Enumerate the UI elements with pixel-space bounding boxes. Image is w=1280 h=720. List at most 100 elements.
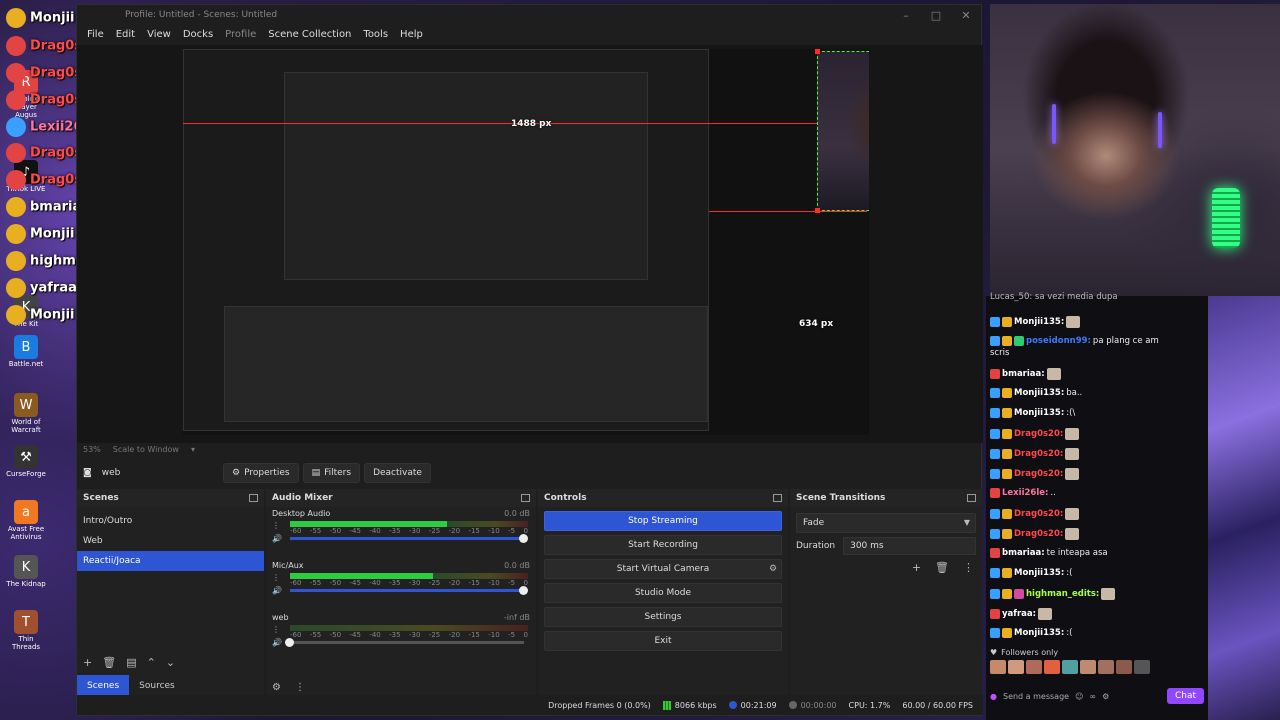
resize-handle[interactable] <box>815 208 820 213</box>
volume-slider[interactable] <box>285 638 524 647</box>
stop-streaming-button[interactable]: Stop Streaming <box>544 511 782 531</box>
more-icon[interactable]: ⋮ <box>963 561 974 574</box>
exit-button[interactable]: Exit <box>544 631 782 651</box>
emote[interactable] <box>1008 660 1024 674</box>
chat-send-button[interactable]: Chat <box>1166 688 1204 704</box>
emote[interactable] <box>1026 660 1042 674</box>
chat-username[interactable]: Monjii135: <box>1014 628 1064 638</box>
undock-icon[interactable] <box>249 494 258 502</box>
transition-select[interactable]: Fade ▼ <box>796 513 976 533</box>
chat-username[interactable]: Lexii26le: <box>1002 488 1048 498</box>
preview-canvas[interactable]: 1488 px 634 px <box>183 49 869 435</box>
preview-area[interactable]: 1488 px 634 px 53% Scale to Window ▾ <box>77 45 983 454</box>
chevron-down-icon[interactable]: ▾ <box>191 445 195 454</box>
chat-username[interactable]: yafraa: <box>1002 609 1036 619</box>
slider-knob[interactable] <box>519 586 528 595</box>
start-virtual-camera-button[interactable]: Start Virtual Camera ⚙ <box>544 559 782 579</box>
start-recording-button[interactable]: Start Recording <box>544 535 782 555</box>
chat-username[interactable]: Monjii135: <box>1014 408 1064 418</box>
volume-slider[interactable] <box>290 534 528 543</box>
desktop-icon[interactable]: W World of Warcraft <box>4 393 48 434</box>
webcam-source-selected[interactable] <box>815 49 869 213</box>
menu-docks[interactable]: Docks <box>177 29 219 40</box>
emote[interactable] <box>1098 660 1114 674</box>
maximize-icon[interactable]: □ <box>921 9 951 22</box>
volume-slider[interactable] <box>290 586 528 595</box>
menu-profile[interactable]: Profile <box>219 29 262 40</box>
menu-view[interactable]: View <box>141 29 177 40</box>
scene-item[interactable]: Reactii/Joaca <box>77 551 264 571</box>
emote[interactable] <box>1134 660 1150 674</box>
add-icon[interactable]: + <box>83 656 92 669</box>
undock-icon[interactable] <box>521 494 530 502</box>
duration-input[interactable]: 300 ms <box>843 537 976 555</box>
chat-username[interactable]: Monjii135: <box>1014 317 1064 327</box>
gear-icon[interactable]: ⚙ <box>1102 692 1109 701</box>
scene-item[interactable]: Intro/Outro <box>77 511 264 531</box>
desktop-icon[interactable]: a Avast Free Antivirus <box>4 500 48 541</box>
chat-username[interactable]: Monjii135: <box>1014 568 1064 578</box>
chat-username[interactable]: Drag0s20: <box>1014 449 1063 459</box>
gear-icon[interactable]: ⚙ <box>763 560 783 578</box>
chat-username[interactable]: poseidonn99: <box>1026 336 1091 346</box>
emote[interactable] <box>1062 660 1078 674</box>
filters-button[interactable]: ▤ Filters <box>302 463 361 483</box>
emote-icon[interactable]: ☺ <box>1075 692 1083 701</box>
more-icon[interactable]: ⋮ <box>295 682 305 693</box>
chat-username[interactable]: Drag0s20: <box>1014 509 1063 519</box>
more-icon[interactable]: ⋮ <box>272 625 282 634</box>
undock-icon[interactable] <box>967 494 976 502</box>
trash-icon[interactable]: 🗑 <box>935 561 949 574</box>
desktop-icon[interactable]: K The Kidnap <box>4 555 48 588</box>
chevron-down-icon[interactable]: ⌄ <box>166 656 175 669</box>
desktop-icon[interactable]: T Thin Threads <box>4 610 48 651</box>
emote[interactable] <box>1116 660 1132 674</box>
filter-icon[interactable]: ▤ <box>126 656 136 669</box>
more-icon[interactable]: ⋮ <box>272 573 282 582</box>
scale-tick: -20 <box>448 527 461 535</box>
close-icon[interactable]: ✕ <box>951 9 981 22</box>
add-icon[interactable]: + <box>912 561 921 574</box>
slider-knob[interactable] <box>285 638 294 647</box>
more-icon[interactable]: ⋮ <box>272 521 282 530</box>
scale-mode[interactable]: Scale to Window <box>113 445 179 454</box>
resize-handle[interactable] <box>815 49 820 54</box>
chat-badge-icon <box>990 548 1000 558</box>
desktop-icon[interactable]: ⚒ CurseForge <box>4 445 48 478</box>
chat-username[interactable]: highman_edits: <box>1026 589 1099 599</box>
chat-username[interactable]: Drag0s20: <box>1014 469 1063 479</box>
studio-mode-button[interactable]: Studio Mode <box>544 583 782 603</box>
scene-item[interactable]: Web <box>77 531 264 551</box>
tab-sources[interactable]: Sources <box>129 675 185 697</box>
slider-knob[interactable] <box>519 534 528 543</box>
chat-input[interactable]: ● Send a message ☺ ∞ ⚙ Chat <box>990 684 1204 708</box>
tab-scenes[interactable]: Scenes <box>77 675 130 697</box>
minimize-icon[interactable]: – <box>891 9 921 22</box>
properties-button[interactable]: ⚙ Properties <box>223 463 299 483</box>
menu-tools[interactable]: Tools <box>357 29 394 40</box>
settings-button[interactable]: Settings <box>544 607 782 627</box>
bits-icon[interactable]: ∞ <box>1089 692 1096 701</box>
menu-scene-collection[interactable]: Scene Collection <box>262 29 357 40</box>
chat-username[interactable]: bmariaa: <box>1002 369 1045 379</box>
chat-username[interactable]: Monjii135: <box>1014 388 1064 398</box>
chat-username[interactable]: Drag0s20: <box>1014 529 1063 539</box>
menu-help[interactable]: Help <box>394 29 429 40</box>
menu-edit[interactable]: Edit <box>110 29 141 40</box>
trash-icon[interactable]: 🗑 <box>102 656 116 669</box>
undock-icon[interactable] <box>773 494 782 502</box>
menu-file[interactable]: File <box>81 29 110 40</box>
speaker-icon[interactable]: 🔊 <box>272 534 282 543</box>
deactivate-button[interactable]: Deactivate <box>364 463 431 483</box>
emote[interactable] <box>990 660 1006 674</box>
speaker-icon[interactable]: 🔊 <box>272 586 282 595</box>
speaker-icon[interactable]: 🔊 <box>272 638 282 647</box>
desktop-icon[interactable]: B Battle.net <box>4 335 48 368</box>
chevron-up-icon[interactable]: ⌃ <box>147 656 156 669</box>
emote[interactable] <box>1044 660 1060 674</box>
emote[interactable] <box>1080 660 1096 674</box>
mic-icon[interactable]: ● <box>990 692 997 701</box>
chat-username[interactable]: bmariaa: <box>1002 548 1045 558</box>
gear-icon[interactable]: ⚙ <box>272 682 281 693</box>
chat-username[interactable]: Drag0s20: <box>1014 429 1063 439</box>
